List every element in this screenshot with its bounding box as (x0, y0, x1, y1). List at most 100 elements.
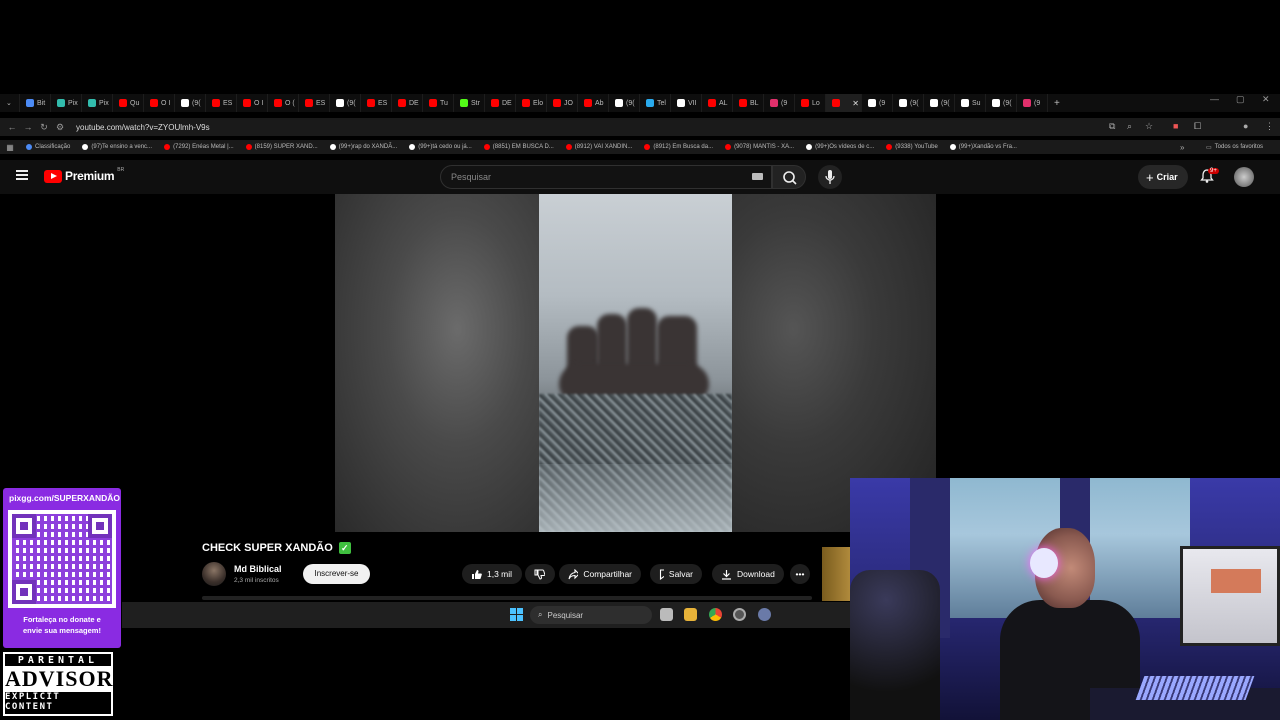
create-button[interactable]: + Criar (1138, 165, 1188, 189)
browser-tab[interactable]: ES (361, 94, 392, 112)
close-window-icon[interactable]: ✕ (1262, 94, 1270, 105)
tab-label: BL (750, 99, 759, 107)
bookmark-item[interactable]: (7292) Enéas Metal |... (158, 144, 240, 150)
search-button[interactable] (772, 165, 806, 189)
browser-tab[interactable]: (9( (893, 94, 924, 112)
settings-gear-icon[interactable] (758, 608, 771, 621)
bookmark-item[interactable]: (9338) YouTube (880, 144, 943, 150)
recommended-thumbnail[interactable] (822, 547, 850, 601)
tab-search-dropdown[interactable]: ⌄ (0, 94, 20, 112)
browser-tab[interactable]: (9( (986, 94, 1017, 112)
browser-tab[interactable]: Su (955, 94, 986, 112)
browser-tab[interactable]: DE (485, 94, 516, 112)
browser-tab[interactable]: O I (144, 94, 175, 112)
browser-tab[interactable]: BL (733, 94, 764, 112)
install-icon[interactable]: ⧉ (1109, 121, 1115, 132)
dislike-button[interactable] (525, 564, 555, 584)
browser-tab[interactable]: Bit (20, 94, 51, 112)
browser-tab[interactable]: O ( (268, 94, 299, 112)
back-icon[interactable]: ← (4, 122, 20, 132)
bookmark-item[interactable]: (9078) MANTIS - XA... (719, 144, 800, 150)
browser-tab[interactable]: (9( (330, 94, 361, 112)
windows-start-icon[interactable] (510, 608, 523, 621)
bookmark-item[interactable]: (99+)tá cedo ou já... (403, 144, 478, 150)
bookmark-item[interactable]: (97)Te ensino a venc... (76, 144, 158, 150)
tab-favicon-icon (336, 99, 344, 107)
file-explorer-icon[interactable] (684, 608, 697, 621)
hamburger-menu-icon[interactable] (16, 170, 28, 180)
zoom-icon[interactable]: ⌕ (1127, 121, 1132, 132)
bookmark-item[interactable]: (8851) EM BUSCA D... (478, 144, 560, 150)
browser-tab[interactable]: (9( (609, 94, 640, 112)
close-tab-icon[interactable]: ✕ (852, 99, 859, 108)
browser-tab[interactable]: Pix (82, 94, 113, 112)
browser-tab[interactable]: Qu (113, 94, 144, 112)
browser-tab[interactable]: (9( (175, 94, 206, 112)
browser-tab[interactable]: (9 (764, 94, 795, 112)
obs-icon[interactable] (733, 608, 746, 621)
reload-icon[interactable]: ↻ (36, 122, 52, 133)
browser-tab[interactable]: (9( (924, 94, 955, 112)
all-bookmarks-folder[interactable]: ▭ Todos os favoritos (1206, 144, 1263, 151)
kebab-menu-icon[interactable]: ⋮ (1265, 121, 1274, 132)
browser-tab[interactable]: ✕ (826, 94, 862, 112)
more-actions-button[interactable]: ••• (790, 564, 810, 584)
voice-search-button[interactable] (818, 165, 842, 189)
browser-tab[interactable]: ES (299, 94, 330, 112)
extensions-puzzle-icon[interactable]: ⧠ (1194, 121, 1201, 132)
search-icon: ⌕ (538, 610, 543, 619)
minimize-icon[interactable]: — (1210, 94, 1219, 104)
youtube-logo[interactable]: Premium BR (44, 167, 124, 183)
browser-tab[interactable]: Ab (578, 94, 609, 112)
browser-tab[interactable]: Lo (795, 94, 826, 112)
bookmark-item[interactable]: (99+)Xandão vs Fra... (944, 144, 1023, 150)
browser-tab[interactable]: Tu (423, 94, 454, 112)
more-bookmarks-icon[interactable]: » (1180, 143, 1184, 152)
browser-tab[interactable]: (9 (1017, 94, 1048, 112)
star-icon[interactable]: ☆ (1145, 121, 1153, 132)
apps-grid-icon[interactable]: ▦ (0, 143, 20, 152)
browser-tab[interactable]: Pix (51, 94, 82, 112)
webcam-monitor-screen (1211, 569, 1261, 593)
like-button[interactable]: 1,3 mil (462, 564, 522, 584)
chrome-icon[interactable] (709, 608, 722, 621)
search-input[interactable]: Pesquisar (440, 165, 772, 189)
browser-tab[interactable]: VII (671, 94, 702, 112)
channel-name[interactable]: Md Biblical (234, 564, 282, 574)
browser-tab[interactable]: Str (454, 94, 485, 112)
bookmark-list: Classificação (97)Te ensino a venc... (729… (20, 144, 1023, 150)
browser-tab[interactable]: (9 (862, 94, 893, 112)
bookmark-item[interactable]: (8912) Em Busca da... (638, 144, 719, 150)
browser-tab[interactable]: AL (702, 94, 733, 112)
url-field[interactable]: youtube.com/watch?v=ZYOUlmh-V9s (76, 123, 210, 132)
share-button[interactable]: Compartilhar (559, 564, 641, 584)
subscribe-button[interactable]: Inscrever-se (303, 564, 370, 584)
video-player[interactable] (335, 194, 936, 532)
channel-avatar[interactable] (202, 562, 226, 586)
tab-favicon-icon (398, 99, 406, 107)
extension-icon[interactable]: ■ (1173, 121, 1178, 131)
browser-tab[interactable]: ES (206, 94, 237, 112)
site-info-icon[interactable]: ⚙ (52, 122, 68, 133)
taskbar-search[interactable]: ⌕ Pesquisar (530, 606, 652, 624)
profile-avatar[interactable]: ● (1243, 121, 1248, 131)
browser-tab[interactable]: Elo (516, 94, 547, 112)
bookmark-item[interactable]: (99+)Os vídeos de c... (800, 144, 880, 150)
new-tab-button[interactable]: + (1048, 94, 1068, 112)
bookmark-item[interactable]: (8912) VAI XANDIN... (560, 144, 639, 150)
account-avatar[interactable] (1234, 167, 1254, 187)
bookmark-item[interactable]: Classificação (20, 144, 76, 150)
keyboard-icon[interactable] (752, 173, 763, 180)
bookmark-item[interactable]: (8159) SUPER XAND... (240, 144, 324, 150)
bookmark-item[interactable]: (99+)rap do XANDÃ... (324, 144, 404, 150)
save-button[interactable]: Salvar (650, 564, 702, 584)
browser-tab[interactable]: DE (392, 94, 423, 112)
task-view-icon[interactable] (660, 608, 673, 621)
forward-icon[interactable]: → (20, 122, 36, 132)
maximize-icon[interactable]: ▢ (1236, 94, 1245, 105)
bookmark-label: (99+)Xandão vs Fra... (958, 144, 1017, 150)
download-button[interactable]: Download (712, 564, 784, 584)
browser-tab[interactable]: JO (547, 94, 578, 112)
browser-tab[interactable]: Tel (640, 94, 671, 112)
browser-tab[interactable]: O I (237, 94, 268, 112)
